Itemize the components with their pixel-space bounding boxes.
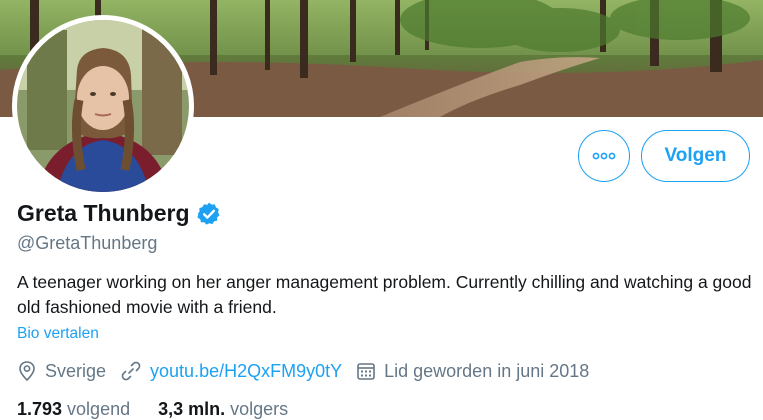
- calendar-icon: [357, 363, 375, 380]
- more-icon: [592, 152, 616, 160]
- follow-button[interactable]: Volgen: [641, 130, 750, 182]
- followers-label: volgers: [230, 399, 289, 419]
- followers-count: 3,3 mln.: [158, 399, 226, 419]
- profile-stats-row: 1.793 volgend 3,3 mln. volgers: [17, 399, 316, 420]
- location-icon: [19, 361, 35, 382]
- profile-bio: A teenager working on her anger manageme…: [17, 272, 752, 317]
- website-link[interactable]: youtu.be/H2QxFM9y0tY: [150, 361, 342, 382]
- following-count: 1.793: [17, 399, 63, 419]
- profile-handle: @GretaThunberg: [17, 233, 158, 253]
- following-stat[interactable]: 1.793 volgend: [17, 399, 130, 420]
- profile-meta-row: Sverige youtu.be/H2QxFM9y0tY Lid geworde…: [17, 360, 603, 382]
- location-text: Sverige: [45, 360, 107, 381]
- translate-bio-link[interactable]: Bio vertalen: [17, 325, 99, 343]
- more-options-button[interactable]: [578, 130, 630, 182]
- website-item: youtu.be/H2QxFM9y0tY: [120, 360, 342, 382]
- verified-badge-icon: [196, 201, 222, 227]
- joined-text: Lid geworden in juni 2018: [384, 360, 590, 381]
- following-label: volgend: [67, 399, 131, 419]
- profile-page: Volgen Greta Thunberg @GretaThunberg A t…: [0, 0, 763, 420]
- display-name: Greta Thunberg: [17, 200, 190, 226]
- joined-item: Lid geworden in juni 2018: [356, 361, 589, 382]
- followers-stat[interactable]: 3,3 mln. volgers: [158, 399, 288, 420]
- location-item: Sverige: [17, 360, 106, 382]
- avatar[interactable]: [12, 15, 194, 197]
- profile-name-row: Greta Thunberg: [17, 200, 222, 227]
- link-icon: [121, 361, 141, 381]
